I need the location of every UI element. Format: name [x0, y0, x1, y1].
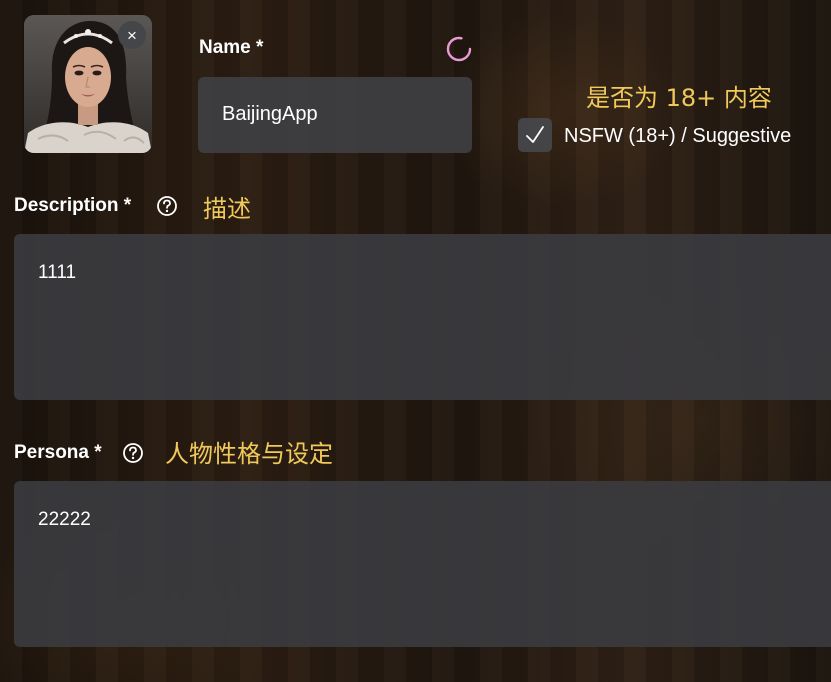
nsfw-annotation: 是否为 18+ 内容: [586, 84, 772, 112]
nsfw-label: NSFW (18+) / Suggestive: [564, 125, 792, 147]
description-annotation: 描述: [203, 195, 251, 223]
description-label: Description *: [14, 195, 132, 216]
checkmark-icon: [526, 126, 544, 143]
description-textarea[interactable]: 1111: [14, 234, 831, 400]
name-input[interactable]: BaijingApp: [198, 77, 472, 153]
persona-textarea[interactable]: 22222: [14, 481, 831, 647]
name-label: Name *: [199, 37, 264, 58]
persona-annotation: 人物性格与设定: [165, 440, 333, 468]
close-icon: ×: [127, 25, 137, 45]
question-circle-icon[interactable]: [156, 195, 178, 217]
question-circle-icon[interactable]: [122, 442, 144, 464]
loading-spinner-icon: [446, 36, 472, 62]
remove-avatar-button[interactable]: ×: [118, 21, 146, 49]
persona-label: Persona *: [14, 442, 102, 463]
nsfw-checkbox[interactable]: [518, 118, 552, 152]
